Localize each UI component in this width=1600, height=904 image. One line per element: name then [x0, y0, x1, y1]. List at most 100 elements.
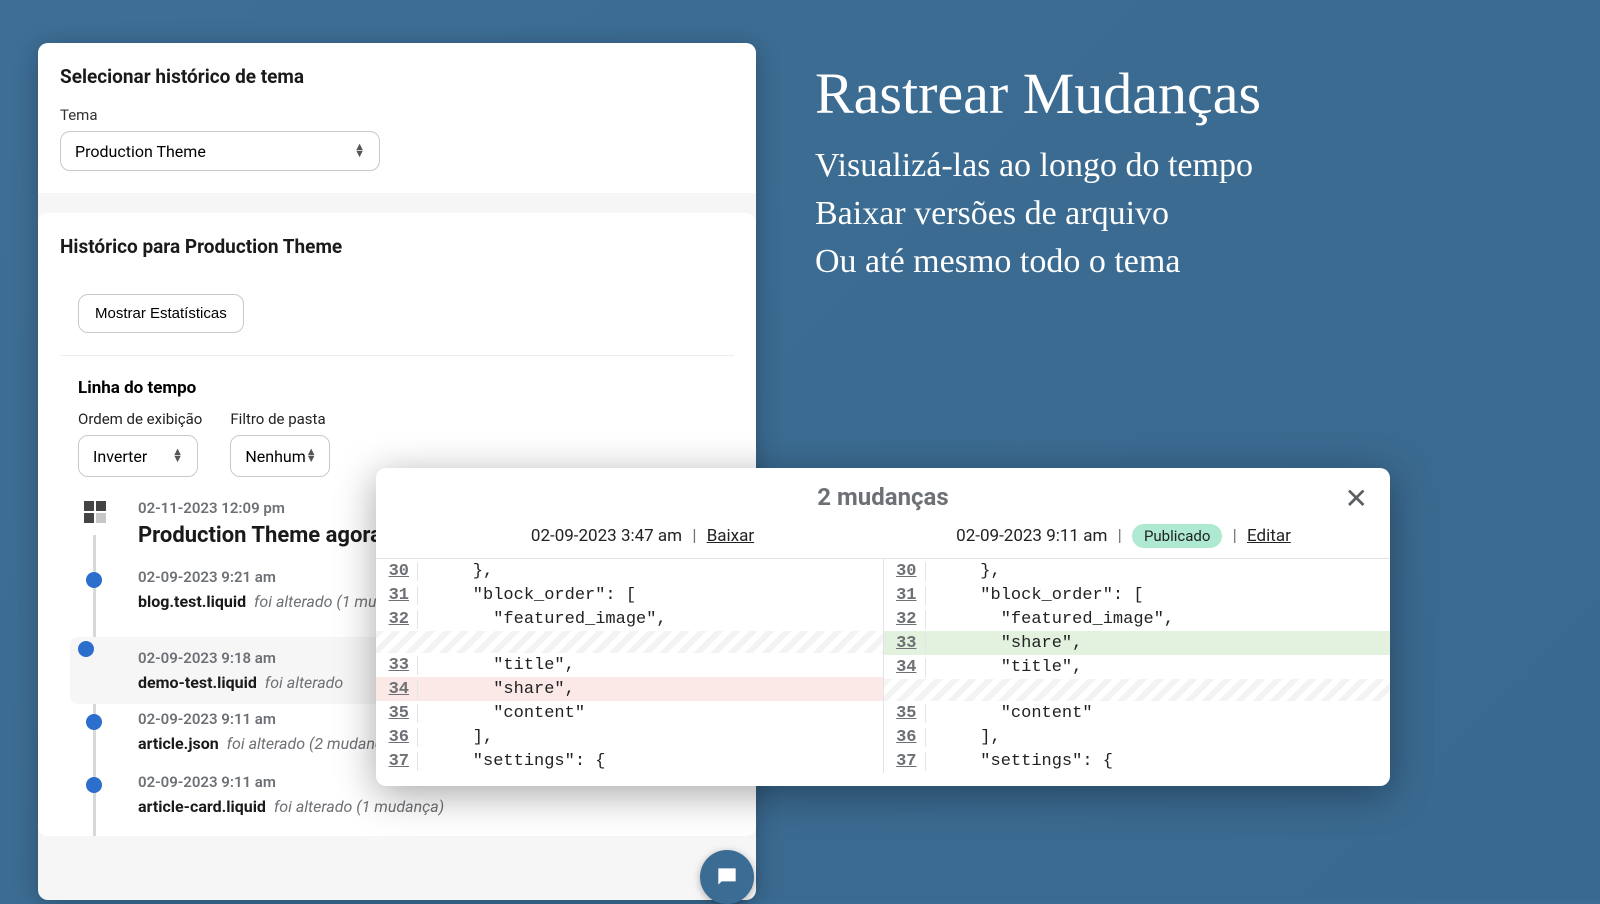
- diff-line: 32 "featured_image",: [376, 607, 883, 631]
- diff-line: 34 "title",: [884, 655, 1391, 679]
- code-text: "content": [418, 704, 585, 723]
- line-number[interactable]: 31: [376, 586, 418, 605]
- line-number[interactable]: 31: [884, 586, 926, 605]
- select-arrows-icon: [172, 449, 183, 462]
- marketing-copy: Rastrear Mudanças Visualizá-las ao longo…: [815, 60, 1261, 291]
- marketing-title: Rastrear Mudanças: [815, 60, 1261, 127]
- code-text: "settings": {: [418, 752, 605, 771]
- code-text: ],: [926, 728, 1001, 747]
- line-number[interactable]: 30: [884, 562, 926, 581]
- diff-line: 35 "content": [376, 701, 883, 725]
- close-button[interactable]: ✕: [1345, 482, 1368, 515]
- code-text: "title",: [926, 658, 1083, 677]
- marketing-line: Ou até mesmo todo o tema: [815, 243, 1261, 281]
- code-text: "block_order": [: [926, 586, 1144, 605]
- diff-line: 34 "share",: [376, 677, 883, 701]
- theme-select-value: Production Theme: [75, 142, 206, 161]
- code-text: "share",: [418, 680, 575, 699]
- line-number[interactable]: 34: [884, 658, 926, 677]
- download-link[interactable]: Baixar: [707, 526, 754, 546]
- code-text: },: [418, 562, 493, 581]
- timeline-dot-icon: [78, 641, 94, 657]
- marketing-line: Visualizá-las ao longo do tempo: [815, 147, 1261, 185]
- timeline-status: foi alterado: [261, 673, 343, 692]
- diff-left-date: 02-09-2023 3:47 am: [531, 526, 682, 546]
- diff-line: 33 "share",: [884, 631, 1391, 655]
- line-number[interactable]: 32: [376, 610, 418, 629]
- diff-line: 36 ],: [376, 725, 883, 749]
- code-text: "title",: [418, 656, 575, 675]
- chat-button[interactable]: [700, 850, 754, 904]
- edit-link[interactable]: Editar: [1247, 526, 1291, 546]
- diff-line: 30 },: [376, 559, 883, 583]
- timeline-dot-icon: [86, 777, 102, 793]
- line-number[interactable]: 33: [884, 634, 926, 653]
- diff-line: 37 "settings": {: [884, 749, 1391, 773]
- diff-line: 31 "block_order": [: [376, 583, 883, 607]
- timeline-status: foi alterado (2 mudança: [223, 734, 392, 753]
- diff-line: 31 "block_order": [: [884, 583, 1391, 607]
- code-text: "content": [926, 704, 1093, 723]
- timeline-status: foi alterado (1 mud: [250, 592, 385, 611]
- diff-gap: [376, 631, 883, 653]
- published-badge: Publicado: [1132, 524, 1222, 548]
- filter-label: Filtro de pasta: [230, 410, 330, 428]
- diff-modal: 2 mudanças ✕ 02-09-2023 3:47 am | Baixar…: [376, 468, 1390, 786]
- line-number[interactable]: 34: [376, 680, 418, 699]
- code-text: "featured_image",: [926, 610, 1175, 629]
- select-arrows-icon: [354, 144, 365, 157]
- diff-right-date: 02-09-2023 9:11 am: [956, 526, 1107, 546]
- code-text: "featured_image",: [418, 610, 667, 629]
- timeline-heading: Linha do tempo: [78, 378, 734, 398]
- theme-select[interactable]: Production Theme: [60, 131, 380, 171]
- diff-line: 33 "title",: [376, 653, 883, 677]
- order-label: Ordem de exibição: [78, 410, 202, 428]
- diff-left-pane: 30 },31 "block_order": [32 "featured_ima…: [376, 559, 883, 773]
- order-value: Inverter: [93, 447, 147, 466]
- code-text: "share",: [926, 634, 1083, 653]
- line-number[interactable]: 35: [884, 704, 926, 723]
- diff-line: 32 "featured_image",: [884, 607, 1391, 631]
- diff-right-header: 02-09-2023 9:11 am | Publicado | Editar: [883, 526, 1364, 546]
- line-number[interactable]: 37: [376, 752, 418, 771]
- marketing-line: Baixar versões de arquivo: [815, 195, 1261, 233]
- diff-line: 37 "settings": {: [376, 749, 883, 773]
- timeline-status: foi alterado (1 mudança): [270, 797, 444, 816]
- timeline-file: article-card.liquid: [138, 797, 266, 816]
- code-text: "block_order": [: [418, 586, 636, 605]
- diff-left-header: 02-09-2023 3:47 am | Baixar: [402, 526, 883, 546]
- show-stats-button[interactable]: Mostrar Estatísticas: [78, 294, 244, 333]
- diff-gap: [884, 679, 1391, 701]
- line-number[interactable]: 30: [376, 562, 418, 581]
- selector-heading: Selecionar histórico de tema: [60, 65, 734, 88]
- code-text: ],: [418, 728, 493, 747]
- timeline-dot-icon: [86, 714, 102, 730]
- diff-title: 2 mudanças: [817, 483, 948, 511]
- snapshot-icon: [84, 501, 106, 523]
- code-text: "settings": {: [926, 752, 1113, 771]
- diff-line: 30 },: [884, 559, 1391, 583]
- timeline-file: demo-test.liquid: [138, 673, 257, 692]
- line-number[interactable]: 32: [884, 610, 926, 629]
- timeline-file: blog.test.liquid: [138, 592, 246, 611]
- line-number[interactable]: 37: [884, 752, 926, 771]
- select-arrows-icon: [306, 449, 317, 462]
- filter-select[interactable]: Nenhum: [230, 435, 330, 477]
- filter-value: Nenhum: [245, 447, 305, 466]
- diff-line: 36 ],: [884, 725, 1391, 749]
- history-heading: Histórico para Production Theme: [60, 235, 734, 258]
- theme-selector-card: Selecionar histórico de tema Tema Produc…: [38, 43, 756, 193]
- timeline-dot-icon: [86, 572, 102, 588]
- line-number[interactable]: 35: [376, 704, 418, 723]
- line-number[interactable]: 36: [376, 728, 418, 747]
- theme-label: Tema: [60, 106, 734, 124]
- chat-icon: [714, 864, 740, 890]
- line-number[interactable]: 36: [884, 728, 926, 747]
- code-text: },: [926, 562, 1001, 581]
- diff-right-pane: 30 },31 "block_order": [32 "featured_ima…: [883, 559, 1391, 773]
- line-number[interactable]: 33: [376, 656, 418, 675]
- diff-line: 35 "content": [884, 701, 1391, 725]
- divider: [60, 355, 734, 356]
- timeline-file: article.json: [138, 734, 219, 753]
- order-select[interactable]: Inverter: [78, 435, 198, 477]
